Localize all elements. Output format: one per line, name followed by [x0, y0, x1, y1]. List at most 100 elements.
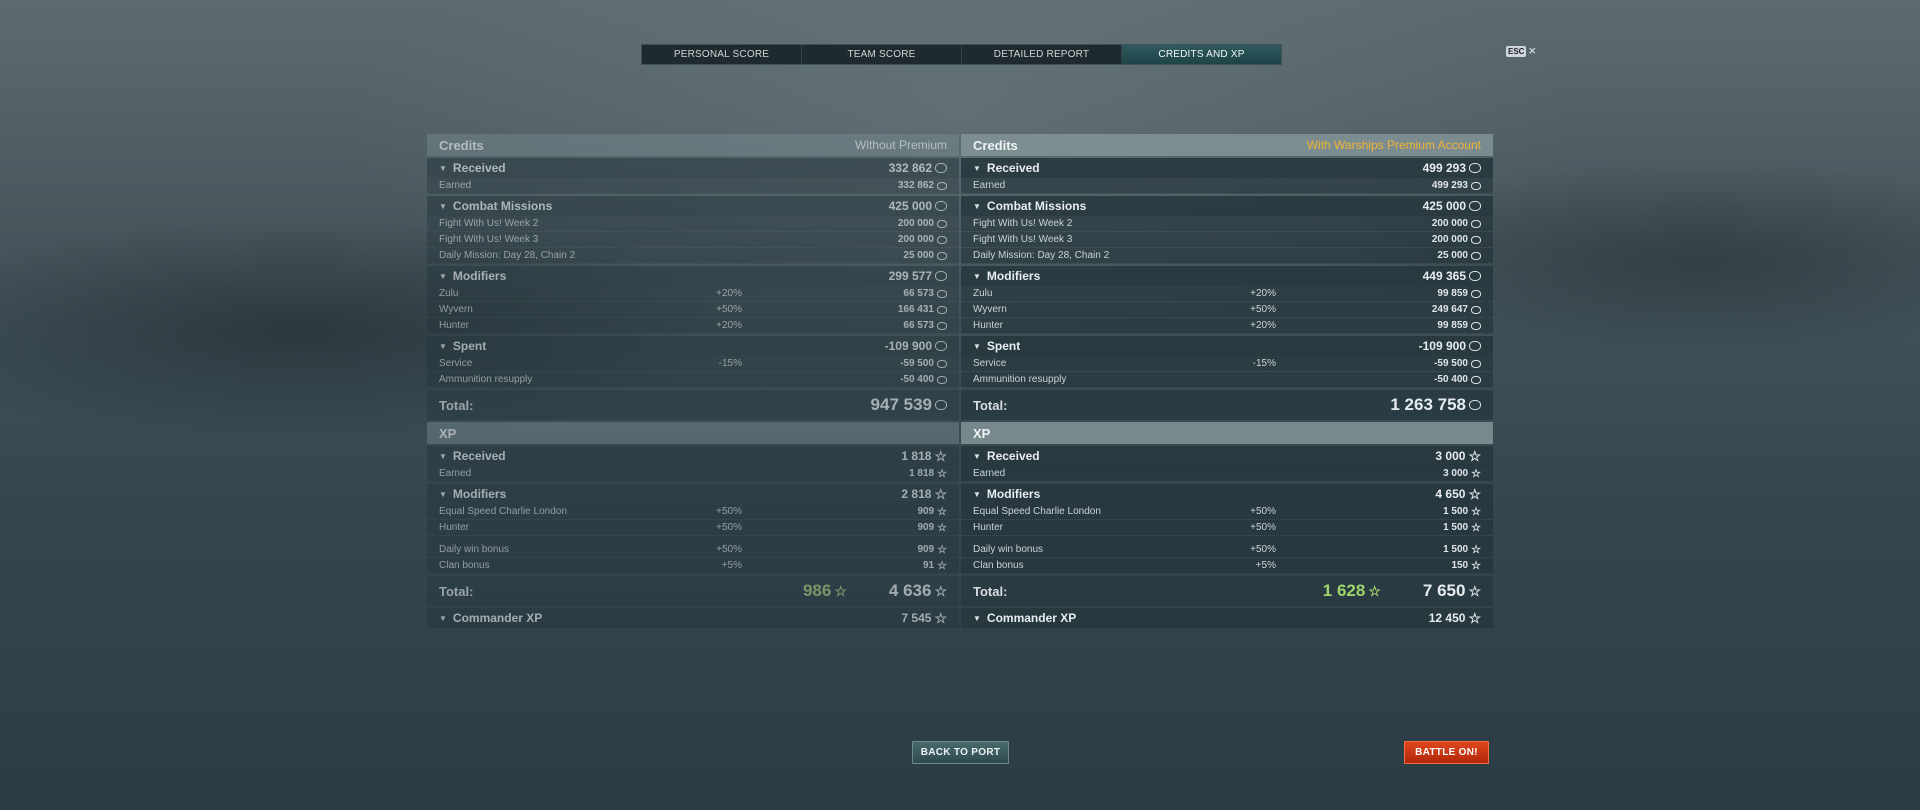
section-value: 332 862 — [888, 161, 932, 175]
premium-subtitle: With Warships Premium Account — [1306, 138, 1481, 152]
credits-header: Credits Without Premium — [427, 134, 959, 156]
row-part: 200 000 — [837, 234, 947, 245]
credits-icon — [1471, 305, 1481, 314]
text-left-modifier-items-2-pct: +20% — [716, 320, 742, 331]
text-right-combat-items-0-value: 200 000 — [1431, 218, 1468, 229]
spent-section[interactable]: ▼ Spent -109 900 — [961, 336, 1493, 356]
text-right-commander-label: Commander XP — [986, 611, 1077, 625]
tab-detailed-report[interactable]: DETAILED REPORT — [962, 45, 1122, 64]
xp-modifiers-section[interactable]: ▼ Modifiers 4 650 ☆ — [961, 484, 1493, 504]
list-item: Wyvern +50% 166 431 — [427, 302, 959, 318]
row-part: 425 000 — [889, 199, 947, 213]
credits-icon — [1471, 251, 1481, 260]
row-part: 200 000 — [1371, 218, 1481, 229]
collapse-triangle-icon: ▼ — [439, 613, 447, 623]
tab-personal-score[interactable]: PERSONAL SCORE — [642, 45, 802, 64]
row-part: -109 900 — [1419, 339, 1481, 353]
text-left-xp-modifiers-label: Modifiers — [452, 487, 507, 501]
collapse-triangle-icon: ▼ — [439, 201, 447, 211]
text-right-combat-items-1-value: 200 000 — [1431, 234, 1468, 245]
text-left-combat-items-1-name: Fight With Us! Week 3 — [439, 234, 539, 245]
list-item: Zulu +20% 66 573 — [427, 286, 959, 302]
credits-icon — [935, 201, 947, 211]
text-left-xp-modifier-items-0-value: 909 — [917, 506, 935, 517]
text-left-xp-modifier-items-1-pct: +50% — [716, 522, 742, 533]
text-left-xp-modifier-items-1-name: Hunter — [439, 522, 470, 533]
modifiers-section[interactable]: ▼ Modifiers 299 577 — [427, 266, 959, 286]
credits-icon — [937, 305, 947, 314]
text-left-combat-items-2-name: Daily Mission: Day 28, Chain 2 — [439, 250, 576, 261]
collapse-triangle-icon: ▼ — [973, 451, 981, 461]
collapse-triangle-icon: ▼ — [973, 489, 981, 499]
text-left-xp-received-label: Received — [452, 449, 506, 463]
collapse-triangle-icon: ▼ — [439, 451, 447, 461]
text-right-xp-bonus-items-0-name: Daily win bonus — [973, 544, 1044, 555]
row-part: 91 ☆ — [837, 560, 947, 571]
row-part: 332 862 — [889, 161, 947, 175]
collapse-triangle-icon: ▼ — [973, 163, 981, 173]
list-item: Wyvern +50% 249 647 — [961, 302, 1493, 318]
xp-modifiers-section[interactable]: ▼ Modifiers 2 818 ☆ — [427, 484, 959, 504]
credits-icon — [937, 359, 947, 368]
text-right-xp-received-label: Received — [986, 449, 1040, 463]
combat-missions-section[interactable]: ▼ Combat Missions 425 000 — [427, 196, 959, 216]
xp-received-section[interactable]: ▼ Received 1 818 ☆ — [427, 446, 959, 466]
received-section[interactable]: ▼ Received 499 293 — [961, 158, 1493, 178]
text-left-spent-items-0-pct: -15% — [718, 358, 742, 369]
xp-star-icon: ☆ — [1471, 467, 1481, 480]
esc-close-button[interactable]: ESC × — [1506, 44, 1536, 57]
xp-star-icon: ☆ — [937, 505, 947, 518]
xp-total-row: Total: 1 628 ☆ 7 650 ☆ — [961, 576, 1493, 606]
text-right-modifier-items-0-value: 99 859 — [1437, 288, 1468, 299]
list-item: Fight With Us! Week 3 200 000 — [961, 232, 1493, 248]
row-part: ▼ Spent — [439, 339, 486, 353]
modifiers-section[interactable]: ▼ Modifiers 449 365 — [961, 266, 1493, 286]
free-xp-value: 986 — [802, 581, 832, 600]
xp-received-section[interactable]: ▼ Received 3 000 ☆ — [961, 446, 1493, 466]
row-part: 425 000 — [1423, 199, 1481, 213]
xp-star-icon: ☆ — [1468, 448, 1481, 464]
xp-star-icon: ☆ — [1468, 486, 1481, 502]
text-left-combat-value: 425 000 — [888, 199, 932, 213]
text-left-xp-modifier-items-1-value: 909 — [917, 522, 935, 533]
text-left-credits-total-label: Total: — [439, 397, 474, 413]
credits-icon — [1469, 341, 1481, 351]
row-part: 7 545 ☆ — [901, 611, 947, 625]
credits-title: Credits — [439, 137, 484, 153]
tab-team-score[interactable]: TEAM SCORE — [802, 45, 962, 64]
row-part: ▼ Modifiers — [439, 269, 506, 283]
spent-section[interactable]: ▼ Spent -109 900 — [427, 336, 959, 356]
list-item: Daily win bonus +50% 909 ☆ — [427, 542, 959, 558]
xp-star-icon: ☆ — [934, 448, 947, 464]
commander-xp-section[interactable]: ▼ Commander XP 12 450 ☆ — [961, 608, 1493, 628]
credits-icon — [1469, 201, 1481, 211]
xp-star-icon: ☆ — [937, 559, 947, 572]
list-item: Daily win bonus +50% 1 500 ☆ — [961, 542, 1493, 558]
row-part: -50 400 — [837, 374, 947, 385]
back-to-port-button[interactable]: BACK TO PORT — [912, 741, 1009, 764]
combat-missions-section[interactable]: ▼ Combat Missions 425 000 — [961, 196, 1493, 216]
text-right-spent-items-1-name: Ammunition resupply — [973, 374, 1067, 385]
received-section[interactable]: ▼ Received 332 862 — [427, 158, 959, 178]
list-item: Daily Mission: Day 28, Chain 2 25 000 — [961, 248, 1493, 264]
panel-with-premium: Credits With Warships Premium Account ▼ R… — [961, 134, 1493, 628]
results-tabs: PERSONAL SCORE TEAM SCORE DETAILED REPOR… — [641, 44, 1282, 65]
text-right-xp-total-label: Total: — [973, 583, 1008, 599]
credits-icon — [1471, 181, 1481, 190]
row-part: 99 859 — [1371, 288, 1481, 299]
battle-on-button[interactable]: BATTLE ON! — [1404, 741, 1489, 764]
xp-header: XP — [427, 422, 959, 444]
credits-icon — [937, 251, 947, 260]
xp-star-icon: ☆ — [934, 610, 947, 626]
text-left-combat-items-0-value: 200 000 — [897, 218, 934, 229]
row-part: 1 818 ☆ — [901, 449, 947, 463]
list-item: Ammunition resupply -50 400 — [961, 372, 1493, 388]
text-right-xp-total-value: 7 650 — [1422, 581, 1466, 600]
tab-credits-and-xp[interactable]: CREDITS AND XP — [1122, 45, 1281, 64]
text-right-spent-items-0-name: Service — [973, 358, 1007, 369]
credits-total-row: Total: 947 539 — [427, 390, 959, 420]
commander-xp-section[interactable]: ▼ Commander XP 7 545 ☆ — [427, 608, 959, 628]
row-part: 99 859 — [1371, 320, 1481, 331]
text-left-credits-total-value: 947 539 — [870, 395, 932, 414]
credits-icon — [1469, 163, 1481, 173]
